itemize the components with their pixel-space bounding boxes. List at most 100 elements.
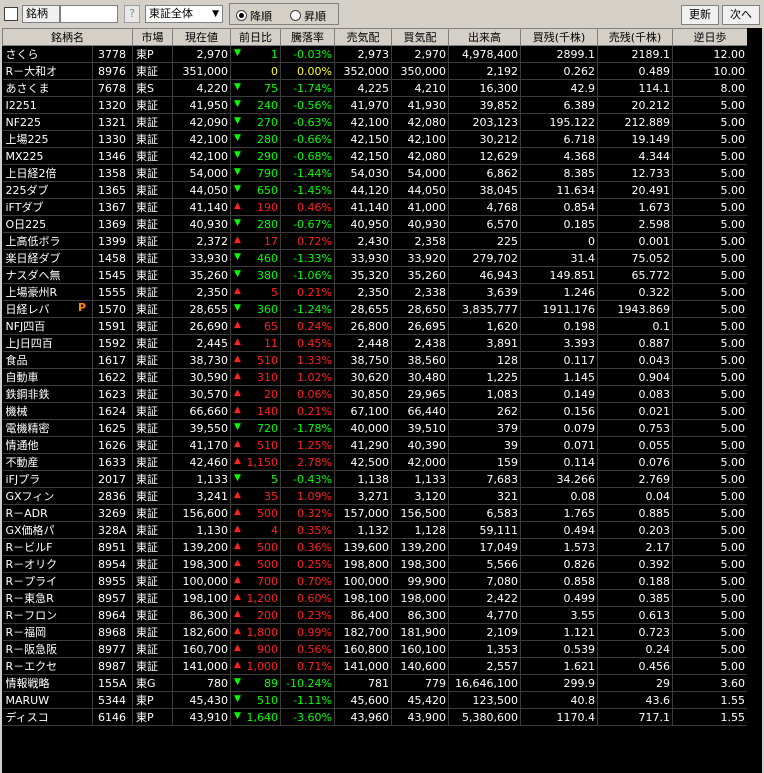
table-row[interactable]: 自動車 1622 東証 30,590 ▲ 310 1.02% 30,620 30,480 1,22… bbox=[2, 368, 748, 386]
cell-mkt: 東証 bbox=[132, 317, 173, 335]
column-header[interactable]: 前日比 bbox=[230, 28, 281, 46]
cell-name: 食品 bbox=[2, 351, 93, 369]
table-row[interactable]: ナスダヘ無 1545 東証 35,260 ▼ 380 -1.06% 35,320 35,260 4… bbox=[2, 266, 748, 284]
cell-chg-text: 17 bbox=[264, 234, 278, 248]
table-row[interactable]: GX価格パ 328A 東証 1,130 ▲ 4 0.35% 1,132 1,128 59,111 0… bbox=[2, 521, 748, 539]
cell-sell-text: 0.392 bbox=[638, 557, 671, 571]
cell-buy: 0.494 bbox=[520, 521, 598, 539]
cell-buy-text: 31.4 bbox=[570, 251, 596, 265]
table-row[interactable]: 食品 1617 東証 38,730 ▲ 510 1.33% 38,750 38,560 128 0.… bbox=[2, 351, 748, 369]
table-row[interactable]: あさくま 7678 東S 4,220 ▼ 75 -1.74% 4,225 4,210 16,300… bbox=[2, 79, 748, 97]
cell-buy: 1.145 bbox=[520, 368, 598, 386]
code-input[interactable] bbox=[60, 5, 118, 23]
cell-chg: ▼ 75 bbox=[230, 79, 281, 97]
column-header[interactable]: 売残(千株) bbox=[597, 28, 673, 46]
cell-sell-text: 20.491 bbox=[631, 183, 671, 197]
cell-sell: 29 bbox=[597, 674, 673, 692]
table-row[interactable]: NFJ四百 1591 東証 26,690 ▲ 65 0.24% 26,800 26,695 1,6… bbox=[2, 317, 748, 335]
table-row[interactable]: 上場225 1330 東証 42,100 ▼ 280 -0.66% 42,150 42,100 3… bbox=[2, 130, 748, 148]
cell-code-text: 155A bbox=[98, 676, 127, 690]
table-row[interactable]: R－エクセ 8987 東証 141,000 ▲ 1,000 0.71% 141,000 140,… bbox=[2, 657, 748, 675]
vertical-scrollbar[interactable] bbox=[747, 28, 762, 773]
column-header[interactable]: 買残(千株) bbox=[520, 28, 598, 46]
table-row[interactable]: 機械 1624 東証 66,660 ▲ 140 0.21% 67,100 66,440 262 0.… bbox=[2, 402, 748, 420]
cell-rev-text: 10.00 bbox=[713, 64, 746, 78]
table-row[interactable]: R－ビルF 8951 東証 139,200 ▲ 500 0.36% 139,600 139,20… bbox=[2, 538, 748, 556]
premium-mark-icon: P bbox=[77, 301, 86, 314]
cell-bid: 54,000 bbox=[391, 164, 449, 182]
table-row[interactable]: 上場豪州R 1555 東証 2,350 ▲ 5 0.21% 2,350 2,338 3,639 1.… bbox=[2, 283, 748, 301]
refresh-button[interactable]: 更新 bbox=[681, 5, 719, 25]
table-row[interactable]: R－福岡 8968 東証 182,600 ▲ 1,800 0.99% 182,700 181,9… bbox=[2, 623, 748, 641]
table-row[interactable]: NF225 1321 東証 42,090 ▼ 270 -0.63% 42,100 42,080 2… bbox=[2, 113, 748, 131]
cell-chg: ▼ 270 bbox=[230, 113, 281, 131]
table-row[interactable]: 上J日四百 1592 東証 2,445 ▲ 11 0.45% 2,448 2,438 3,891 3… bbox=[2, 334, 748, 352]
table-row[interactable]: R－フロン 8964 東証 86,300 ▲ 200 0.23% 86,400 86,300 4,… bbox=[2, 606, 748, 624]
table-row[interactable]: 上高低ボラ 1399 東証 2,372 ▲ 17 0.72% 2,430 2,358 225 0 0.… bbox=[2, 232, 748, 250]
table-row[interactable]: ディスコ 6146 東P 43,910 ▼ 1,640 -3.60% 43,960 43,900… bbox=[2, 708, 748, 726]
cell-code-text: 1623 bbox=[98, 387, 126, 401]
table-row[interactable]: 日経レバ P 1570 東証 28,655 ▼ 360 -1.24% 28,655 28,650 3… bbox=[2, 300, 748, 318]
column-header[interactable]: 騰落率 bbox=[280, 28, 335, 46]
table-row[interactable]: R－プライ 8955 東証 100,000 ▲ 700 0.70% 100,000 99,900… bbox=[2, 572, 748, 590]
cell-vol-text: 16,300 bbox=[479, 81, 519, 95]
table-row[interactable]: R－東急R 8957 東証 198,100 ▲ 1,200 0.60% 198,100 198,… bbox=[2, 589, 748, 607]
table-row[interactable]: MX225 1346 東証 42,100 ▼ 290 -0.68% 42,150 42,080 1… bbox=[2, 147, 748, 165]
table-row[interactable]: 上日経2倍 1358 東証 54,000 ▼ 790 -1.44% 54,030 54,000 6… bbox=[2, 164, 748, 182]
cell-pct-text: 0.23% bbox=[297, 608, 332, 622]
column-header[interactable]: 出来高 bbox=[448, 28, 521, 46]
column-header[interactable]: 売気配 bbox=[334, 28, 392, 46]
table-row[interactable]: R－阪急阪 8977 東証 160,700 ▲ 900 0.56% 160,800 160,10… bbox=[2, 640, 748, 658]
cell-name-text: GXフィン bbox=[5, 490, 55, 503]
cell-bid: 44,050 bbox=[391, 181, 449, 199]
table-row[interactable]: 電機精密 1625 東証 39,550 ▼ 720 -1.78% 40,000 39,510 37… bbox=[2, 419, 748, 437]
next-page-button[interactable]: 次へ bbox=[722, 5, 760, 25]
table-row[interactable]: GXフィン 2836 東証 3,241 ▲ 35 1.09% 3,271 3,120 321 0.0… bbox=[2, 487, 748, 505]
cell-pct-text: -1.11% bbox=[293, 693, 332, 707]
select-all-checkbox[interactable] bbox=[4, 7, 18, 21]
cell-ask-text: 160,800 bbox=[343, 642, 390, 656]
table-row[interactable]: 楽日経ダブ 1458 東証 33,930 ▼ 460 -1.33% 33,930 33,920 2… bbox=[2, 249, 748, 267]
cell-bid: 42,080 bbox=[391, 147, 449, 165]
cell-rev-text: 12.00 bbox=[713, 47, 746, 61]
cell-pct-text: 0.21% bbox=[297, 404, 332, 418]
table-row[interactable]: 情通他 1626 東証 41,170 ▲ 510 1.25% 41,290 40,390 39 0.… bbox=[2, 436, 748, 454]
table-row[interactable]: MARUW 5344 東P 45,430 ▼ 510 -1.11% 45,600 45,420 1… bbox=[2, 691, 748, 709]
cell-pct: 0.45% bbox=[280, 334, 335, 352]
table-row[interactable]: R－大和オ 8976 東証 351,000 0 0.00% 352,000 350,000 2,… bbox=[2, 62, 748, 80]
table-row[interactable]: 225ダブ 1365 東証 44,050 ▼ 650 -1.45% 44,120 44,050 3… bbox=[2, 181, 748, 199]
cell-price-text: 3,241 bbox=[196, 489, 229, 503]
table-row[interactable]: I2251 1320 東証 41,950 ▼ 240 -0.56% 41,970 41,930 3… bbox=[2, 96, 748, 114]
help-button[interactable]: ? bbox=[124, 5, 140, 23]
table-row[interactable]: 鉄鋼非鉄 1623 東証 30,570 ▲ 20 0.06% 30,850 29,965 1,08… bbox=[2, 385, 748, 403]
cell-name-text: 楽日経ダブ bbox=[5, 252, 61, 265]
column-header[interactable]: 銘柄名 bbox=[2, 28, 133, 46]
column-header[interactable]: 市場 bbox=[132, 28, 173, 46]
cell-bid: 35,260 bbox=[391, 266, 449, 284]
cell-code-text: 1320 bbox=[98, 98, 126, 112]
table-row[interactable]: 情報戦略 155A 東G 780 ▼ 89 -10.24% 781 779 16,646,100 2… bbox=[2, 674, 748, 692]
cell-ask-text: 3,271 bbox=[357, 489, 390, 503]
table-row[interactable]: 不動産 1633 東証 42,460 ▲ 1,150 2.78% 42,500 42,000 15… bbox=[2, 453, 748, 471]
radio-descending[interactable]: 降順 bbox=[236, 8, 272, 24]
column-header[interactable]: 現在値 bbox=[172, 28, 231, 46]
table-row[interactable]: iFJプラ 2017 東証 1,133 ▼ 5 -0.43% 1,138 1,133 7,683 3… bbox=[2, 470, 748, 488]
cell-price: 40,930 bbox=[172, 215, 231, 233]
cell-pct: -10.24% bbox=[280, 674, 335, 692]
cell-pct: 0.25% bbox=[280, 555, 335, 573]
table-row[interactable]: さくら 3778 東P 2,970 ▼ 1 -0.03% 2,973 2,970 4,978,40… bbox=[2, 45, 748, 63]
table-row[interactable]: O日225 1369 東証 40,930 ▼ 280 -0.67% 40,950 40,930 6… bbox=[2, 215, 748, 233]
table-row[interactable]: R－オリク 8954 東証 198,300 ▲ 500 0.25% 198,800 198,30… bbox=[2, 555, 748, 573]
table-row[interactable]: iFTダブ 1367 東証 41,140 ▲ 190 0.46% 41,140 41,000 4,… bbox=[2, 198, 748, 216]
cell-bid: 30,480 bbox=[391, 368, 449, 386]
cell-rev: 5.00 bbox=[672, 487, 748, 505]
radio-ascending[interactable]: 昇順 bbox=[290, 8, 326, 24]
cell-ask: 38,750 bbox=[334, 351, 392, 369]
cell-rev: 5.00 bbox=[672, 130, 748, 148]
column-header[interactable]: 逆日歩 bbox=[672, 28, 748, 46]
column-header[interactable]: 買気配 bbox=[391, 28, 449, 46]
cell-sell: 0.076 bbox=[597, 453, 673, 471]
cell-rev-text: 5.00 bbox=[720, 132, 746, 146]
table-row[interactable]: R－ADR 3269 東証 156,600 ▲ 500 0.32% 157,000 156,50… bbox=[2, 504, 748, 522]
market-select[interactable]: 東証全体 ▼ bbox=[145, 5, 223, 23]
